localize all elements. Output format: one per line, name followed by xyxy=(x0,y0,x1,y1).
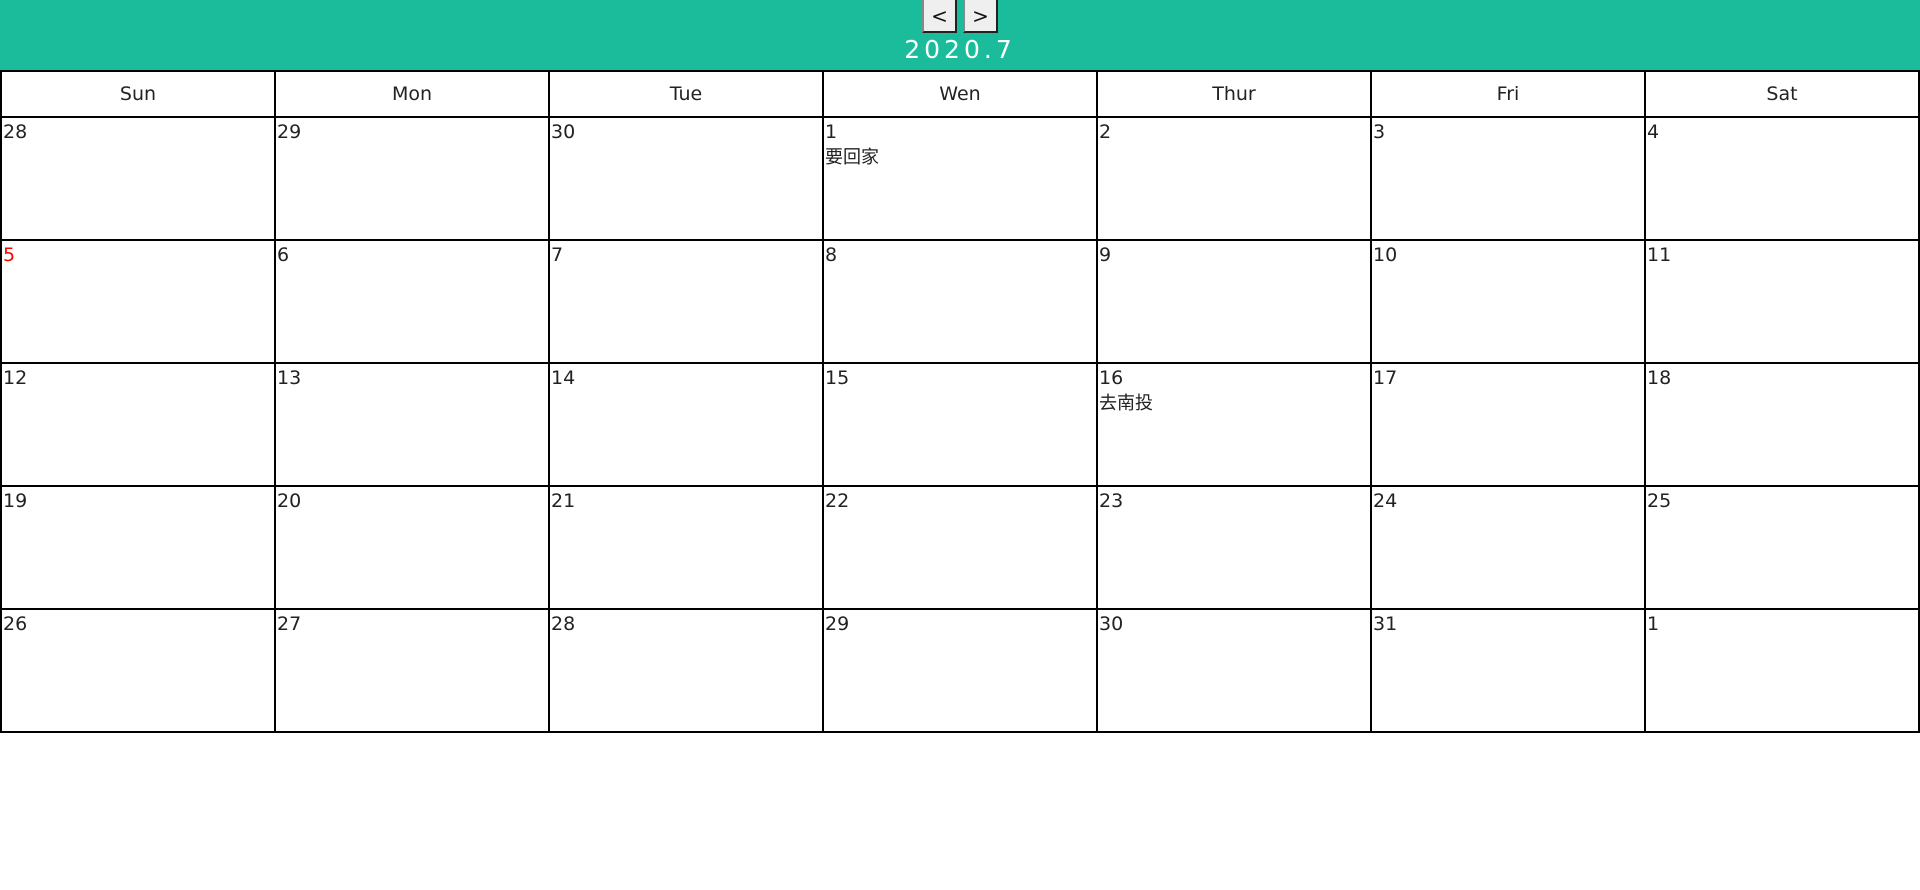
day-number: 10 xyxy=(1373,244,1398,266)
day-number: 21 xyxy=(551,490,576,512)
day-number: 6 xyxy=(277,244,290,266)
day-number: 2 xyxy=(1099,121,1112,143)
day-cell[interactable]: 23 xyxy=(1096,485,1372,610)
day-cell[interactable]: 13 xyxy=(274,362,550,487)
day-cell[interactable]: 28 xyxy=(548,608,824,733)
day-cell[interactable]: 31 xyxy=(1370,608,1646,733)
day-number: 30 xyxy=(551,121,576,143)
day-cell[interactable]: 25 xyxy=(1644,485,1920,610)
weekday-header-wen: Wen xyxy=(822,70,1098,118)
weekday-header-fri: Fri xyxy=(1370,70,1646,118)
day-number: 9 xyxy=(1099,244,1112,266)
day-number: 11 xyxy=(1647,244,1672,266)
week-row: 26 27 28 29 30 31 1 xyxy=(0,608,1920,733)
day-number: 25 xyxy=(1647,490,1672,512)
day-cell[interactable]: 17 xyxy=(1370,362,1646,487)
prev-month-button[interactable]: < xyxy=(922,0,957,33)
day-cell[interactable]: 18 xyxy=(1644,362,1920,487)
day-cell[interactable]: 28 xyxy=(0,116,276,241)
day-number: 1 xyxy=(825,121,838,143)
day-number: 1 xyxy=(1647,613,1660,635)
weekday-header-row: Sun Mon Tue Wen Thur Fri Sat xyxy=(0,70,1920,118)
day-cell[interactable]: 26 xyxy=(0,608,276,733)
day-number: 30 xyxy=(1099,613,1124,635)
day-number: 12 xyxy=(3,367,28,389)
day-number: 19 xyxy=(3,490,28,512)
day-number: 7 xyxy=(551,244,564,266)
event-label[interactable]: 去南投 xyxy=(1099,392,1370,416)
day-number: 28 xyxy=(551,613,576,635)
week-row: 12 13 14 15 16 去南投 17 18 xyxy=(0,362,1920,487)
weekday-header-sun: Sun xyxy=(0,70,276,118)
day-number: 20 xyxy=(277,490,302,512)
day-cell[interactable]: 8 xyxy=(822,239,1098,364)
day-cell[interactable]: 19 xyxy=(0,485,276,610)
week-row: 28 29 30 1 要回家 2 3 4 xyxy=(0,116,1920,241)
day-number: 24 xyxy=(1373,490,1398,512)
day-number: 17 xyxy=(1373,367,1398,389)
week-row: 5 6 7 8 9 10 11 xyxy=(0,239,1920,364)
day-number: 15 xyxy=(825,367,850,389)
day-cell[interactable]: 11 xyxy=(1644,239,1920,364)
weekday-header-sat: Sat xyxy=(1644,70,1920,118)
day-number: 27 xyxy=(277,613,302,635)
day-cell[interactable]: 9 xyxy=(1096,239,1372,364)
next-month-button[interactable]: > xyxy=(963,0,998,33)
day-cell[interactable]: 12 xyxy=(0,362,276,487)
week-row: 19 20 21 22 23 24 25 xyxy=(0,485,1920,610)
day-number: 29 xyxy=(825,613,850,635)
day-cell[interactable]: 16 去南投 xyxy=(1096,362,1372,487)
day-number: 31 xyxy=(1373,613,1398,635)
day-cell[interactable]: 30 xyxy=(1096,608,1372,733)
day-cell[interactable]: 20 xyxy=(274,485,550,610)
day-cell[interactable]: 14 xyxy=(548,362,824,487)
day-number: 26 xyxy=(3,613,28,635)
day-cell[interactable]: 7 xyxy=(548,239,824,364)
day-number: 29 xyxy=(277,121,302,143)
day-number: 22 xyxy=(825,490,850,512)
weekday-header-mon: Mon xyxy=(274,70,550,118)
day-number: 18 xyxy=(1647,367,1672,389)
weekday-header-tue: Tue xyxy=(548,70,824,118)
calendar-header: < > 2020.7 xyxy=(0,0,1920,70)
weekday-header-thur: Thur xyxy=(1096,70,1372,118)
day-cell[interactable]: 2 xyxy=(1096,116,1372,241)
day-number: 16 xyxy=(1099,367,1124,389)
day-number: 13 xyxy=(277,367,302,389)
day-number: 28 xyxy=(3,121,28,143)
day-cell[interactable]: 1 xyxy=(1644,608,1920,733)
day-cell[interactable]: 29 xyxy=(822,608,1098,733)
day-number: 23 xyxy=(1099,490,1124,512)
day-number: 3 xyxy=(1373,121,1386,143)
day-cell[interactable]: 29 xyxy=(274,116,550,241)
day-cell[interactable]: 1 要回家 xyxy=(822,116,1098,241)
day-number: 14 xyxy=(551,367,576,389)
event-label[interactable]: 要回家 xyxy=(825,146,1096,170)
month-title: 2020.7 xyxy=(904,35,1016,64)
day-cell[interactable]: 24 xyxy=(1370,485,1646,610)
day-cell[interactable]: 30 xyxy=(548,116,824,241)
day-cell[interactable]: 21 xyxy=(548,485,824,610)
day-number: 8 xyxy=(825,244,838,266)
day-cell[interactable]: 15 xyxy=(822,362,1098,487)
day-number: 4 xyxy=(1647,121,1660,143)
day-number: 5 xyxy=(3,244,16,266)
month-navigation: < > xyxy=(0,0,1920,33)
day-cell[interactable]: 6 xyxy=(274,239,550,364)
day-cell[interactable]: 5 xyxy=(0,239,276,364)
day-cell[interactable]: 22 xyxy=(822,485,1098,610)
day-cell[interactable]: 10 xyxy=(1370,239,1646,364)
day-cell[interactable]: 27 xyxy=(274,608,550,733)
calendar-grid: Sun Mon Tue Wen Thur Fri Sat 28 29 30 1 要回家 2 3 4 5 6 7 8… xyxy=(0,70,1920,733)
day-cell[interactable]: 4 xyxy=(1644,116,1920,241)
day-cell[interactable]: 3 xyxy=(1370,116,1646,241)
